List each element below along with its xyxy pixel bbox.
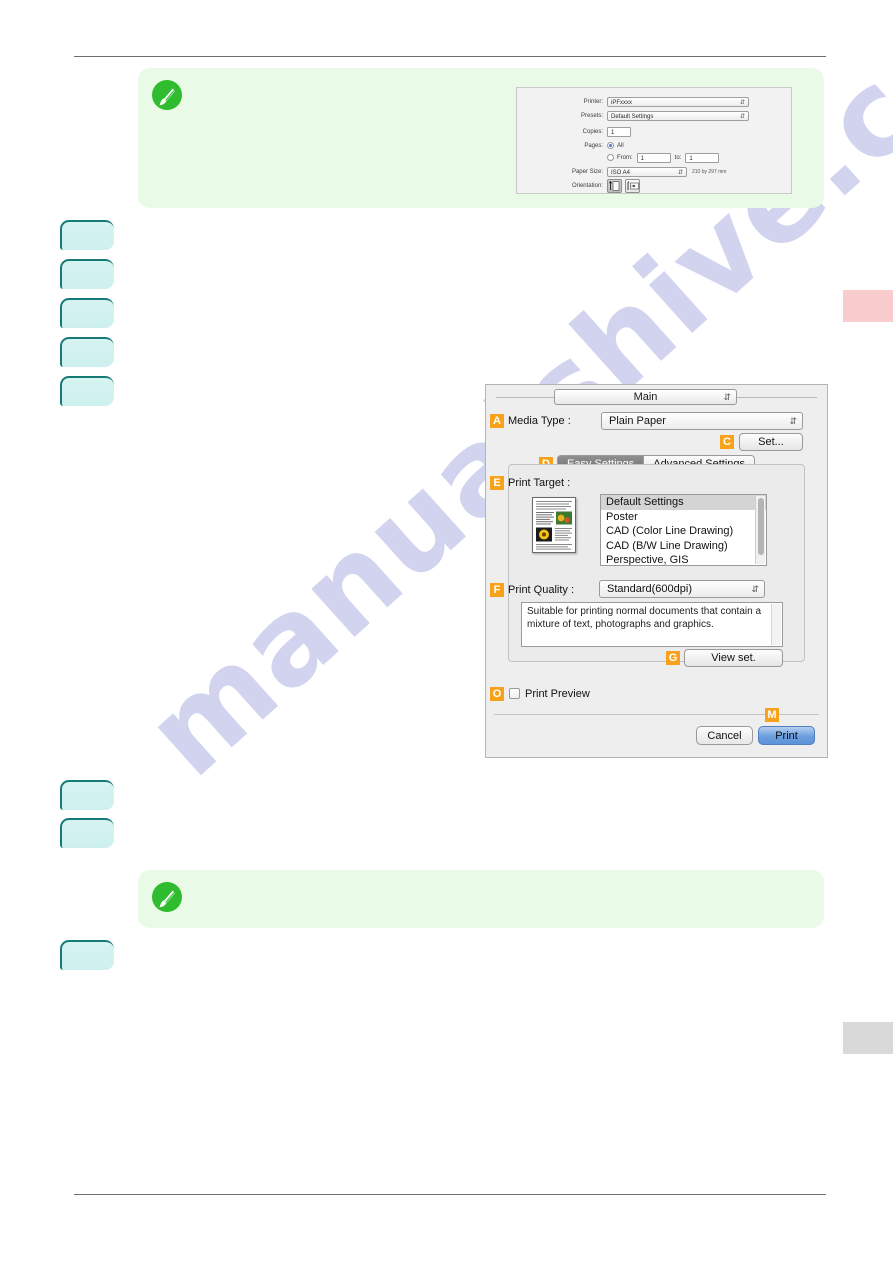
badge-e: E (490, 476, 504, 490)
badge-a: A (490, 414, 504, 428)
step-box-5 (60, 376, 114, 406)
pages-all-radio[interactable] (607, 142, 614, 149)
badge-f: F (490, 583, 504, 597)
orientation-landscape-button[interactable] (625, 178, 640, 193)
print-dialog: Main ⇵ A Media Type : Plain Paper ⇵ C Se… (485, 384, 828, 758)
print-quality-description: Suitable for printing normal documents t… (521, 602, 783, 647)
view-set-button[interactable]: View set. (684, 649, 783, 667)
copies-label: Copies: (582, 128, 603, 135)
step-box-6 (60, 780, 114, 810)
print-button[interactable]: Print (758, 726, 815, 745)
paper-size-note: 210 by 297 mm (692, 168, 727, 175)
pages-range-row: From: 1 to: 1 (517, 152, 785, 163)
pencil-glyph (159, 888, 176, 908)
print-preview-label: Print Preview (525, 688, 590, 700)
pages-from-input[interactable]: 1 (636, 152, 671, 163)
list-item[interactable]: Default Settings (601, 495, 766, 510)
pages-to-input[interactable]: 1 (685, 152, 720, 163)
orientation-portrait-button[interactable] (607, 178, 622, 193)
list-scrollbar[interactable] (755, 496, 765, 564)
print-quality-label: Print Quality : (508, 584, 575, 596)
divider-left (496, 397, 554, 398)
step-box-4 (60, 337, 114, 367)
media-type-select[interactable]: Plain Paper ⇵ (601, 412, 803, 430)
document-preview-icon (533, 498, 575, 552)
list-scroll-thumb[interactable] (757, 498, 764, 555)
paper-size-select[interactable]: ISO A4 ⇵ (607, 166, 687, 177)
chevron-updown-icon: ⇵ (723, 392, 731, 402)
pencil-note-icon (152, 882, 182, 912)
printer-label: Printer: (583, 98, 603, 105)
chevron-updown-icon: ⇵ (739, 99, 745, 106)
presets-select[interactable]: Default Settings ⇵ (607, 110, 749, 121)
chevron-updown-icon: ⇵ (751, 584, 759, 594)
pencil-note-icon (152, 80, 182, 110)
list-item[interactable]: Poster (601, 510, 766, 525)
pages-range-radio[interactable] (607, 154, 614, 161)
pages-label: Pages: (584, 142, 603, 149)
list-item[interactable]: Perspective, GIS (601, 553, 766, 565)
media-type-value: Plain Paper (609, 415, 666, 427)
set-button[interactable]: Set... (739, 433, 803, 451)
badge-o: O (490, 687, 504, 701)
divider-right (737, 397, 817, 398)
print-preview-checkbox[interactable] (509, 688, 520, 699)
presets-value: Default Settings (611, 113, 654, 120)
copies-row: Copies: 1 (517, 126, 785, 137)
pane-select[interactable]: Main ⇵ (554, 389, 737, 405)
print-quality-value: Standard(600dpi) (607, 583, 693, 595)
paper-size-label: Paper Size: (571, 168, 603, 175)
note-block-bottom (138, 870, 824, 928)
print-target-label: Print Target : (508, 477, 571, 489)
page-setup-dialog: Printer: iPFxxxx ⇵ Presets: Default Sett… (516, 87, 792, 194)
presets-row: Presets: Default Settings ⇵ (517, 110, 785, 121)
pages-to-label: to: (674, 154, 682, 161)
badge-m: M (765, 708, 779, 722)
printer-row: Printer: iPFxxxx ⇵ (517, 96, 785, 107)
list-item[interactable]: CAD (B/W Line Drawing) (601, 539, 766, 554)
copies-input[interactable]: 1 (607, 126, 631, 137)
cancel-button[interactable]: Cancel (696, 726, 753, 745)
print-quality-select[interactable]: Standard(600dpi) ⇵ (599, 580, 765, 598)
chevron-updown-icon: ⇵ (677, 169, 683, 176)
pane-select-value: Main (633, 391, 658, 403)
badge-g: G (666, 651, 680, 665)
edge-marker-pink (843, 290, 893, 322)
pages-all-row: Pages: All (517, 140, 785, 151)
pages-from-label: From: (617, 154, 633, 161)
media-type-label: Media Type : (508, 415, 571, 427)
step-box-8 (60, 940, 114, 970)
orientation-row: Orientation: (517, 178, 785, 193)
paper-size-value: ISO A4 (611, 169, 631, 176)
printer-select[interactable]: iPFxxxx ⇵ (607, 96, 749, 107)
paper-size-row: Paper Size: ISO A4 ⇵ 210 by 297 mm (517, 166, 785, 177)
step-box-3 (60, 298, 114, 328)
step-box-2 (60, 259, 114, 289)
chevron-updown-icon: ⇵ (789, 416, 797, 426)
pencil-glyph (159, 86, 176, 106)
chevron-updown-icon: ⇵ (739, 113, 745, 120)
print-target-thumbnail (532, 497, 576, 553)
landscape-icon (627, 181, 639, 190)
footer-rule (74, 1194, 826, 1195)
description-scrollbar[interactable] (771, 604, 781, 645)
badge-c: C (720, 435, 734, 449)
presets-label: Presets: (580, 112, 603, 119)
list-item[interactable]: CAD (Color Line Drawing) (601, 524, 766, 539)
header-rule (74, 56, 826, 57)
orientation-label: Orientation: (571, 182, 603, 189)
edge-marker-gray (843, 1022, 893, 1054)
print-target-list[interactable]: Default Settings Poster CAD (Color Line … (600, 494, 767, 566)
portrait-icon (609, 180, 620, 191)
step-box-1 (60, 220, 114, 250)
manual-page: manualshive.com Printer: iPFxxxx ⇵ (0, 0, 893, 1263)
pages-all-label: All (617, 142, 624, 149)
step-box-7 (60, 818, 114, 848)
printer-value: iPFxxxx (611, 99, 632, 106)
description-text: Suitable for printing normal documents t… (527, 606, 762, 630)
